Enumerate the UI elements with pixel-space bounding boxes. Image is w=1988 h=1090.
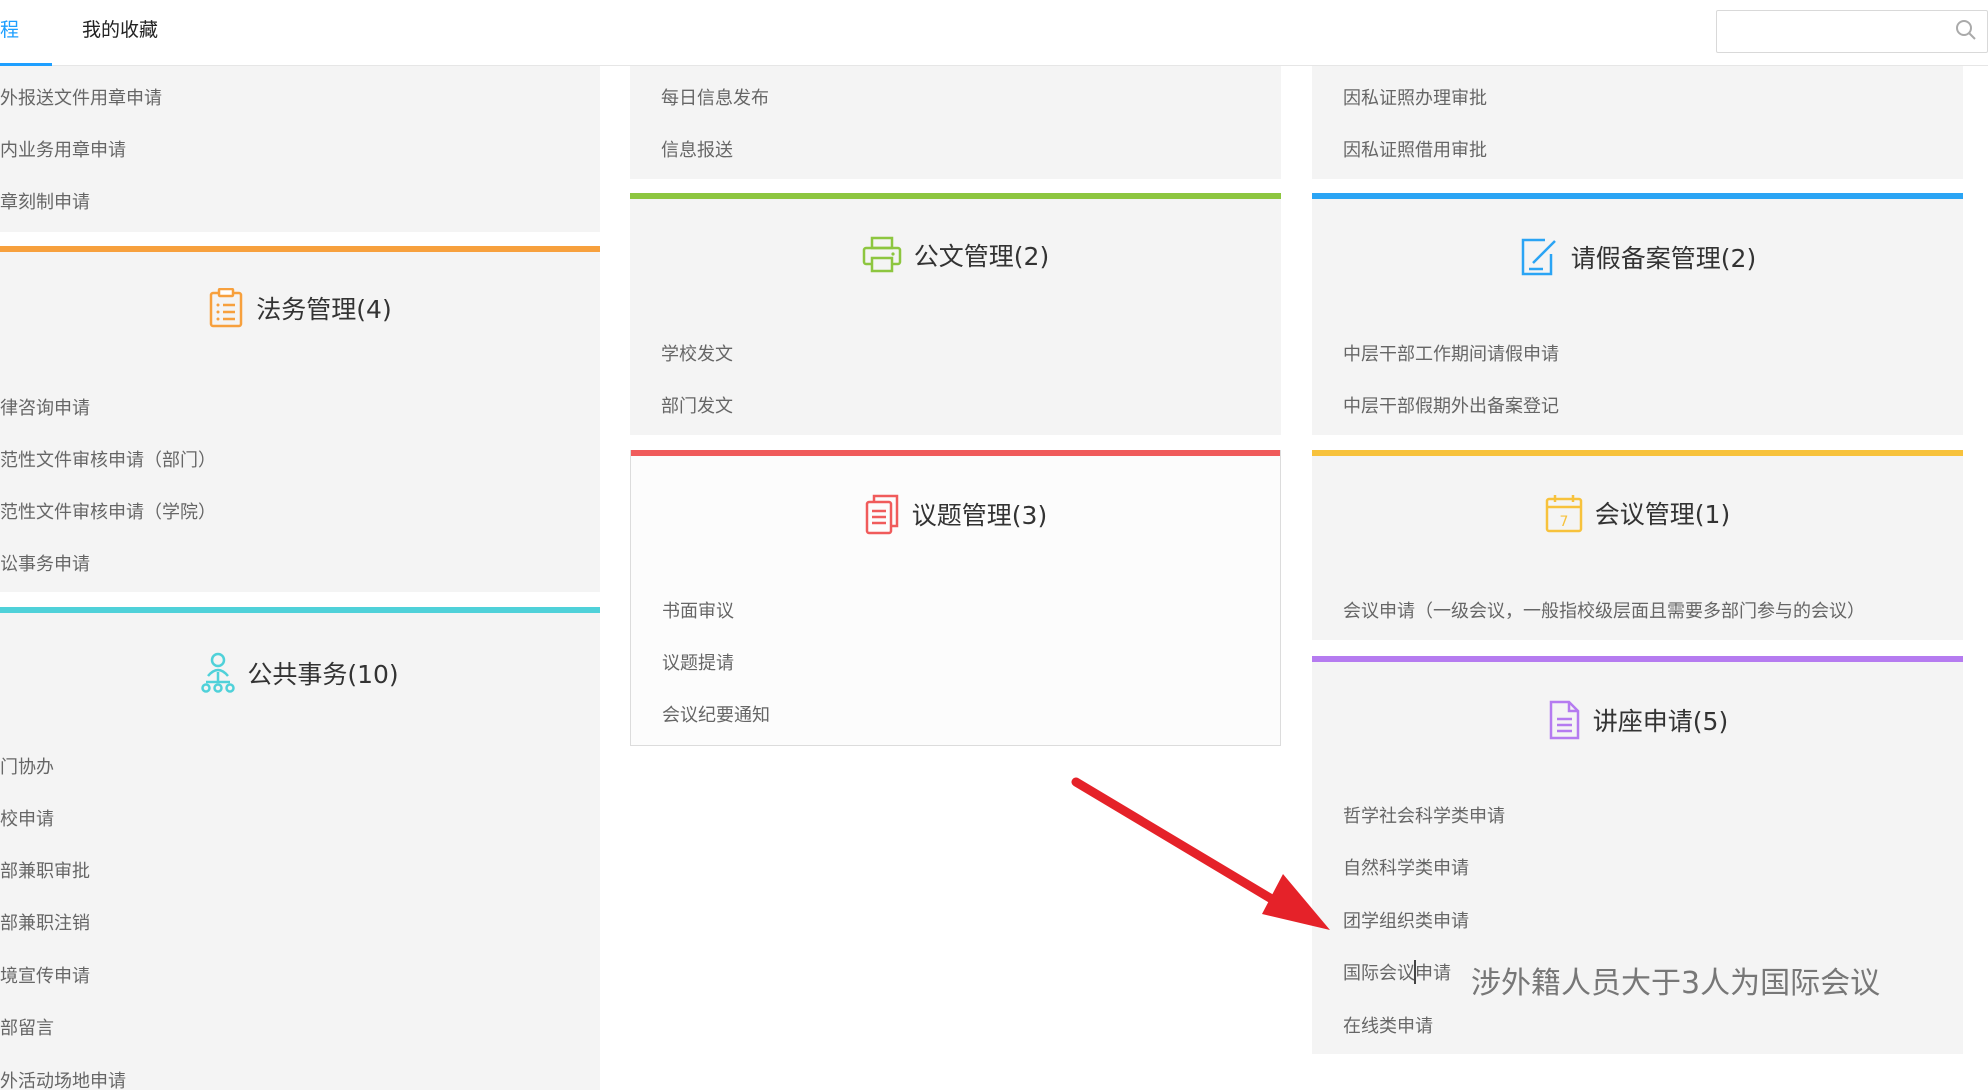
- svg-text:7: 7: [1559, 514, 1568, 530]
- list-item[interactable]: 部兼职注销: [0, 909, 90, 935]
- list-item[interactable]: 中层干部假期外出备案登记: [1343, 392, 1559, 418]
- document-icon: [1549, 700, 1580, 740]
- card-accent-line: [1312, 450, 1963, 456]
- card-title: 会议管理(1): [1594, 500, 1731, 529]
- list-item[interactable]: 因私证照办理审批: [1343, 84, 1487, 110]
- card-accent-line: [1312, 656, 1963, 662]
- printer-icon: [862, 236, 902, 273]
- card-header: 请假备案管理(2): [1312, 236, 1963, 278]
- list-item[interactable]: 书面审议: [662, 597, 734, 623]
- list-item[interactable]: 内业务用章申请: [0, 136, 126, 162]
- card-title: 议题管理(3): [911, 501, 1048, 530]
- card-accent-line: [631, 450, 1280, 456]
- card-title: 公共事务(10): [247, 660, 399, 689]
- calendar-icon: 7: [1545, 495, 1583, 533]
- people-network-icon: [201, 652, 236, 693]
- tab-favorites[interactable]: 我的收藏: [82, 0, 158, 66]
- list-item[interactable]: 部门发文: [661, 392, 733, 418]
- card-information: 每日信息发布 信息报送: [630, 66, 1281, 179]
- list-item[interactable]: 范性文件审核申请（部门）: [0, 446, 216, 472]
- list-item[interactable]: 部留言: [0, 1014, 54, 1040]
- card-legal-affairs: 法务管理(4) 律咨询申请 范性文件审核申请（部门） 范性文件审核申请（学院） …: [0, 246, 600, 592]
- list-item[interactable]: 门协办: [0, 753, 54, 779]
- list-item[interactable]: 章刻制申请: [0, 188, 90, 214]
- card-leave-management: 请假备案管理(2) 中层干部工作期间请假申请 中层干部假期外出备案登记: [1312, 193, 1963, 435]
- card-document-management: 公文管理(2) 学校发文 部门发文: [630, 193, 1281, 435]
- list-item[interactable]: 讼事务申请: [0, 550, 90, 576]
- list-item[interactable]: 议题提请: [662, 649, 734, 675]
- card-header: 公共事务(10): [0, 652, 600, 694]
- documents-icon: [865, 494, 899, 535]
- card-certificates: 因私证照办理审批 因私证照借用审批: [1312, 66, 1963, 179]
- card-header: 法务管理(4): [0, 288, 600, 328]
- tab-process-label: 程: [0, 19, 20, 41]
- card-accent-line: [1312, 193, 1963, 199]
- card-header: 7 会议管理(1): [1312, 493, 1963, 533]
- list-item[interactable]: 中层干部工作期间请假申请: [1343, 340, 1559, 366]
- card-meeting-management: 7 会议管理(1) 会议申请（一级会议，一般指校级层面且需要多部门参与的会议）: [1312, 450, 1963, 640]
- search-input[interactable]: [1717, 11, 1947, 52]
- card-accent-line: [630, 193, 1281, 199]
- list-item[interactable]: 外活动场地申请: [0, 1067, 126, 1090]
- card-seal-management: 外报送文件用章申请 内业务用章申请 章刻制申请: [0, 66, 600, 232]
- tab-favorites-label: 我的收藏: [82, 19, 159, 41]
- list-item[interactable]: 范性文件审核申请（学院）: [0, 498, 216, 524]
- card-topic-management: 议题管理(3) 书面审议 议题提请 会议纪要通知: [630, 450, 1281, 746]
- list-item[interactable]: 律咨询申请: [0, 394, 90, 420]
- list-item[interactable]: 自然科学类申请: [1343, 854, 1469, 880]
- card-public-affairs: 公共事务(10) 门协办 校申请 部兼职审批 部兼职注销 境宣传申请 部留言 外…: [0, 607, 600, 1090]
- search-box: [1716, 10, 1988, 53]
- card-header: 公文管理(2): [630, 236, 1281, 274]
- card-title: 公文管理(2): [913, 242, 1050, 271]
- list-item[interactable]: 因私证照借用审批: [1343, 136, 1487, 162]
- card-accent-line: [0, 607, 600, 613]
- tab-process[interactable]: 程: [0, 0, 52, 66]
- list-item[interactable]: 学校发文: [661, 340, 733, 366]
- list-item[interactable]: 每日信息发布: [661, 84, 769, 110]
- card-header: 议题管理(3): [631, 493, 1280, 535]
- list-item[interactable]: 外报送文件用章申请: [0, 84, 162, 110]
- card-title: 法务管理(4): [256, 295, 392, 324]
- list-item[interactable]: 部兼职审批: [0, 857, 90, 883]
- card-title: 讲座申请(5): [1592, 707, 1729, 736]
- text-cursor: [1414, 960, 1416, 984]
- top-nav-bar: 程 我的收藏: [0, 0, 1988, 66]
- list-item[interactable]: 会议纪要通知: [662, 701, 770, 727]
- annotation-note: 涉外籍人员大于3人为国际会议: [1471, 966, 1881, 1001]
- list-item[interactable]: 在线类申请: [1343, 1012, 1433, 1038]
- list-item[interactable]: 会议申请（一级会议，一般指校级层面且需要多部门参与的会议）: [1343, 597, 1865, 623]
- list-item[interactable]: 境宣传申请: [0, 962, 90, 988]
- list-item[interactable]: 哲学社会科学类申请: [1343, 802, 1505, 828]
- card-accent-line: [0, 246, 600, 252]
- list-item[interactable]: 信息报送: [661, 136, 733, 162]
- card-header: 讲座申请(5): [1312, 699, 1963, 741]
- clipboard-list-icon: [210, 288, 243, 328]
- edit-note-icon: [1521, 238, 1556, 276]
- list-item[interactable]: 团学组织类申请: [1343, 907, 1469, 933]
- search-icon[interactable]: [1955, 19, 1977, 41]
- list-item[interactable]: 国际会议申请: [1343, 959, 1451, 985]
- list-item[interactable]: 校申请: [0, 805, 54, 831]
- card-title: 请假备案管理(2): [1570, 244, 1757, 273]
